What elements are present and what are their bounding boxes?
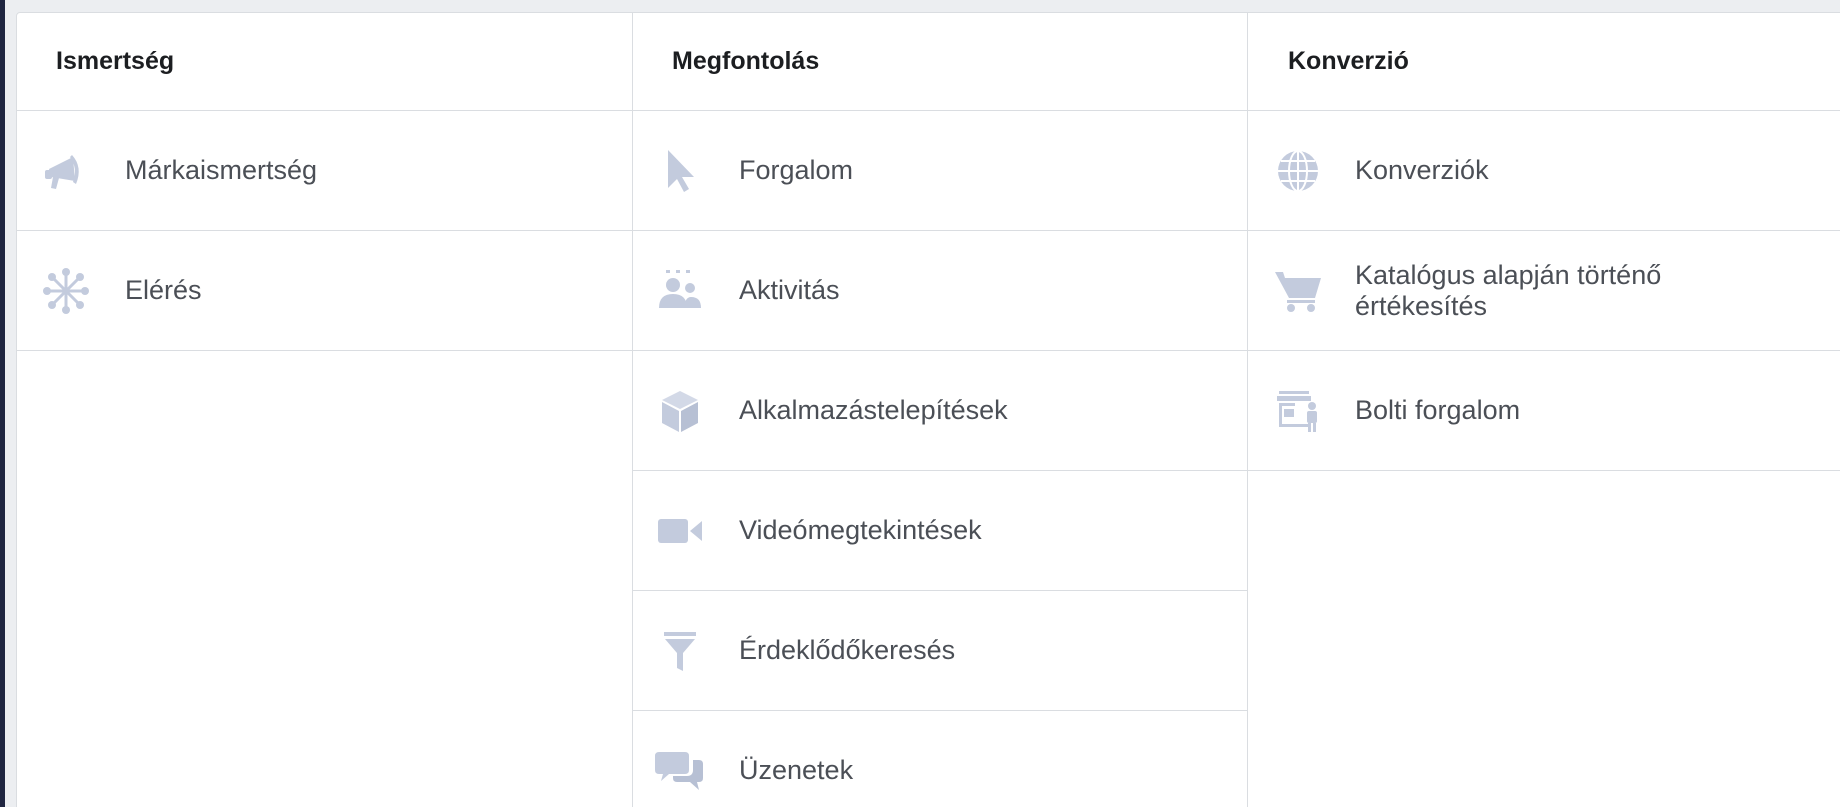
column-consideration: Megfontolás Forgalom Aktivitás Alkalmazá… xyxy=(632,13,1248,807)
objective-label: Érdeklődőkeresés xyxy=(739,635,956,665)
objective-engagement[interactable]: Aktivitás xyxy=(633,231,1248,351)
objective-label: Elérés xyxy=(125,275,202,305)
objective-app-installs[interactable]: Alkalmazástelepítések xyxy=(633,351,1248,471)
cube-icon xyxy=(655,386,705,436)
column-header-conversion: Konverzió xyxy=(1248,13,1840,111)
column-conversion: Konverzió Konverziók Katalógus alapján t… xyxy=(1247,13,1840,807)
globe-icon xyxy=(1273,146,1323,196)
objective-brand-awareness[interactable]: Márkaismertség xyxy=(17,111,632,231)
objective-label: Forgalom xyxy=(739,155,854,185)
megaphone-icon xyxy=(41,146,91,196)
cursor-icon xyxy=(655,146,705,196)
reach-network-icon xyxy=(41,266,91,316)
objective-traffic[interactable]: Forgalom xyxy=(633,111,1248,231)
objective-messages[interactable]: Üzenetek xyxy=(633,711,1248,807)
screen: Ismertség Márkaismertség Elérés Megfonto… xyxy=(0,0,1840,807)
objective-label: Bolti forgalom xyxy=(1355,395,1521,425)
column-header-awareness: Ismertség xyxy=(17,13,632,111)
window-edge xyxy=(0,0,5,807)
objective-store-traffic[interactable]: Bolti forgalom xyxy=(1248,351,1840,471)
objective-reach[interactable]: Elérés xyxy=(17,231,632,351)
objective-label: Videómegtekintések xyxy=(739,515,982,545)
column-header-consideration: Megfontolás xyxy=(633,13,1248,111)
objective-label: Márkaismertség xyxy=(125,155,318,185)
shopping-cart-icon xyxy=(1273,266,1323,316)
objective-label: Alkalmazástelepítések xyxy=(739,395,1008,425)
column-awareness: Ismertség Márkaismertség Elérés xyxy=(17,13,632,807)
objective-lead-generation[interactable]: Érdeklődőkeresés xyxy=(633,591,1248,711)
funnel-icon xyxy=(655,626,705,676)
campaign-objective-panel: Ismertség Márkaismertség Elérés Megfonto… xyxy=(16,12,1840,807)
objective-label: Konverziók xyxy=(1355,155,1489,185)
store-icon xyxy=(1273,386,1323,436)
objective-conversions[interactable]: Konverziók xyxy=(1248,111,1840,231)
objective-label: Katalógus alapján történő értékesítés xyxy=(1355,259,1662,321)
objective-catalog-sales[interactable]: Katalógus alapján történő értékesítés xyxy=(1248,231,1840,351)
objective-video-views[interactable]: Videómegtekintések xyxy=(633,471,1248,591)
video-camera-icon xyxy=(655,506,705,556)
objective-label: Üzenetek xyxy=(739,755,854,785)
chat-bubbles-icon xyxy=(655,746,705,796)
objective-label: Aktivitás xyxy=(739,275,840,305)
people-icon xyxy=(655,266,705,316)
